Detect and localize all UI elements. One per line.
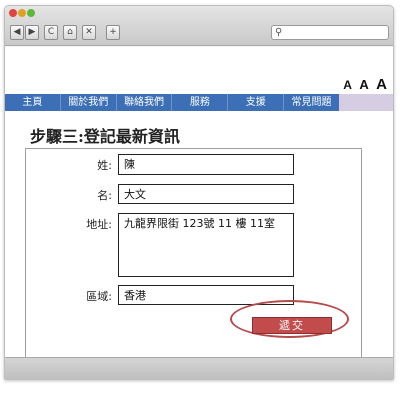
home-button[interactable]: ⌂ [63, 25, 77, 40]
back-button[interactable]: ◀ [10, 25, 24, 40]
font-size-large-button[interactable]: A [376, 76, 387, 93]
submit-button[interactable]: 遞交 [252, 317, 332, 334]
nav-item-home[interactable]: 主頁 [5, 94, 61, 111]
given-name-label: 名: [97, 189, 112, 202]
nav-item-contact[interactable]: 聯絡我們 [117, 94, 173, 111]
nav-item-faq[interactable]: 常見問題 [284, 94, 339, 111]
region-label: 區域: [86, 290, 112, 303]
address-field[interactable]: 九龍界限街 123號 11 樓 11室 [118, 213, 294, 277]
nav-item-support[interactable]: 支援 [228, 94, 285, 111]
nav-item-services[interactable]: 服務 [172, 94, 229, 111]
maximize-window-icon[interactable] [27, 9, 35, 17]
font-size-medium-button[interactable]: A [359, 77, 368, 92]
surname-field[interactable]: 陳 [118, 154, 294, 175]
given-name-field[interactable]: 大文 [118, 184, 294, 204]
page-title: 步驟三:登記最新資訊 [30, 127, 180, 146]
forward-button[interactable]: ▶ [25, 25, 39, 40]
browser-toolbar: ◀ ▶ C ⌂ ✕ + ⚲ [5, 6, 393, 46]
address-label: 地址: [86, 218, 112, 231]
surname-label: 姓: [97, 159, 112, 172]
search-icon: ⚲ [275, 27, 283, 38]
font-size-controls: A A A [340, 76, 387, 94]
close-window-icon[interactable] [9, 9, 17, 17]
browser-statusbar [5, 357, 393, 379]
stop-button[interactable]: ✕ [82, 25, 96, 40]
minimize-window-icon[interactable] [18, 9, 26, 17]
reload-button[interactable]: C [44, 25, 58, 40]
nav-item-about[interactable]: 關於我們 [61, 94, 117, 111]
new-tab-button[interactable]: + [106, 25, 120, 40]
font-size-small-button[interactable]: A [343, 78, 352, 92]
search-input[interactable]: ⚲ [271, 25, 389, 40]
main-nav: 主頁 關於我們 聯絡我們 服務 支援 常見問題 [5, 94, 393, 111]
